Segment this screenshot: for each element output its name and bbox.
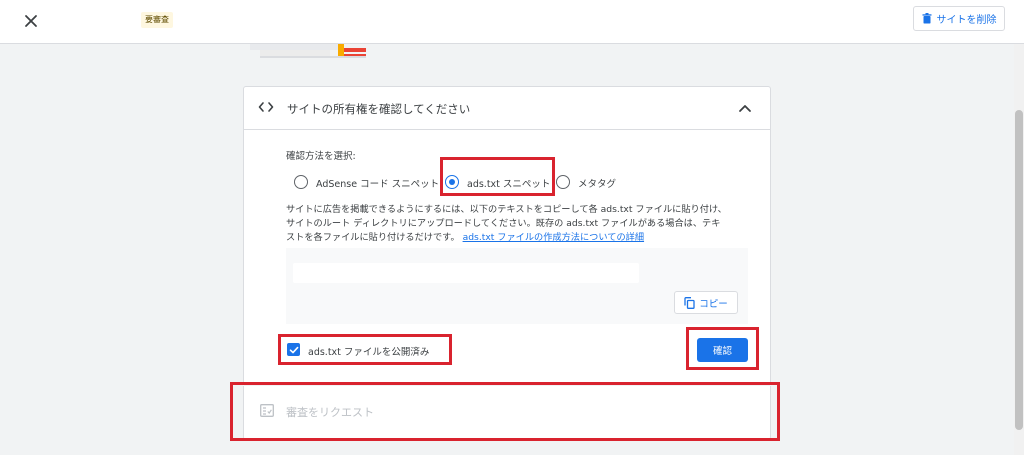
radio-ads-txt-label: ads.txt スニペット: [467, 179, 551, 190]
published-checkbox[interactable]: [287, 343, 300, 356]
method-label: 確認方法を選択:: [286, 151, 356, 162]
copy-label: コピー: [699, 298, 728, 310]
instructions-text: サイトに広告を掲載できるようにするには、以下のテキストをコピーして各 ads.t…: [286, 203, 758, 245]
radio-adsense-code-label: AdSense コード スニペット: [316, 179, 440, 190]
instructions-line-3-text: ストを各ファイルに貼り付けるだけです。: [286, 232, 460, 243]
trash-icon: [922, 13, 931, 24]
copy-icon: [684, 296, 695, 309]
code-icon: [258, 102, 274, 112]
site-illustration: [250, 44, 366, 58]
radio-meta-tag-label: メタタグ: [578, 179, 617, 190]
card-title: サイトの所有権を確認してください: [287, 102, 471, 116]
delete-site-label: サイトを削除: [936, 15, 997, 26]
radio-meta-tag[interactable]: [556, 175, 570, 189]
radio-adsense-code[interactable]: [294, 175, 308, 189]
confirm-button[interactable]: 確認: [697, 338, 748, 362]
copy-button[interactable]: コピー: [674, 291, 738, 314]
instructions-line-1: サイトに広告を掲載できるようにするには、以下のテキストをコピーして各 ads.t…: [286, 204, 727, 215]
instructions-line-2: サイトのルート ディレクトリにアップロードしてください。既存の ads.txt …: [286, 218, 721, 229]
check-icon: [289, 346, 298, 353]
ads-txt-help-link[interactable]: ads.txt ファイルの作成方法についての詳細: [463, 232, 644, 243]
close-button[interactable]: [18, 8, 44, 34]
request-review-label: 審査をリクエスト: [286, 406, 374, 419]
ads-txt-snippet-field[interactable]: [293, 263, 639, 283]
top-bar: 要審査 サイトを削除: [0, 0, 1024, 44]
close-icon: [25, 15, 37, 27]
radio-ads-txt[interactable]: [445, 175, 459, 189]
verify-ownership-header[interactable]: サイトの所有権を確認してください: [244, 87, 770, 130]
status-badge: 要審査: [141, 12, 173, 28]
delete-site-button[interactable]: サイトを削除: [913, 6, 1005, 31]
checklist-icon: [260, 404, 274, 417]
instructions-line-3: ストを各ファイルに貼り付けるだけです。 ads.txt ファイルの作成方法につい…: [286, 231, 758, 245]
published-checkbox-label: ads.txt ファイルを公開済み: [308, 347, 430, 358]
chevron-up-icon[interactable]: [737, 101, 753, 115]
scrollbar-thumb[interactable]: [1015, 110, 1023, 430]
